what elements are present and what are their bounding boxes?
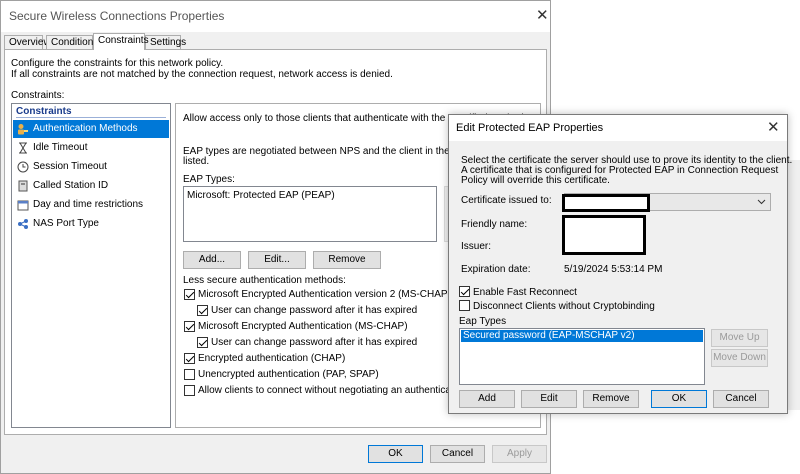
user-key-icon <box>18 124 28 135</box>
mschap-change-password-label: User can change password after it has ex… <box>211 337 418 348</box>
eap-desc-line-2: listed. <box>183 156 210 167</box>
ok-button[interactable]: OK <box>368 445 423 463</box>
calendar-icon <box>17 200 29 211</box>
mschapv2-change-password-label: User can change password after it has ex… <box>211 305 418 316</box>
tab-overview[interactable]: Overview <box>4 35 51 50</box>
hourglass-icon <box>19 142 27 154</box>
intro-line-2: If all constraints are not matched by th… <box>11 69 393 80</box>
friendly-name-label: Friendly name: <box>461 219 528 230</box>
intro-line-1: Configure the constraints for this netwo… <box>11 58 224 69</box>
mschapv2-change-password-checkbox[interactable] <box>197 305 208 316</box>
mschap-change-password-checkbox[interactable] <box>197 337 208 348</box>
station-icon <box>18 180 28 192</box>
edit-eap-button[interactable]: Edit... <box>248 251 306 269</box>
chevron-down-icon <box>757 199 766 205</box>
constraints-label: Constraints: <box>11 90 65 101</box>
fast-reconnect-checkbox[interactable] <box>459 286 470 297</box>
remove-eap-button[interactable]: Remove <box>313 251 381 269</box>
dialog-cancel-button[interactable]: Cancel <box>713 390 769 408</box>
dialog-remove-button[interactable]: Remove <box>583 390 639 408</box>
move-down-button[interactable]: Move Down <box>711 349 768 367</box>
redacted-friendly-issuer <box>562 215 646 255</box>
close-icon[interactable]: ✕ <box>536 8 549 23</box>
dialog-close-icon[interactable]: ✕ <box>767 120 780 135</box>
dialog-ok-button[interactable]: OK <box>651 390 707 408</box>
nav-item-label: Authentication Methods <box>33 123 138 134</box>
network-port-icon <box>18 219 28 229</box>
nav-header-divider <box>16 117 166 118</box>
mschapv2-checkbox[interactable] <box>184 289 195 300</box>
constraints-nav: Constraints Authentication Methods Idle … <box>11 103 171 428</box>
nav-item-label: Idle Timeout <box>33 142 88 153</box>
chap-checkbox[interactable] <box>184 353 195 364</box>
nav-item-label: Session Timeout <box>33 161 107 172</box>
disconnect-cryptobinding-label: Disconnect Clients without Cryptobinding <box>473 301 655 312</box>
nav-item-called-station-id[interactable]: Called Station ID <box>13 177 169 195</box>
add-eap-button[interactable]: Add... <box>183 251 241 269</box>
issuer-label: Issuer: <box>461 241 492 252</box>
redacted-certificate <box>562 194 650 212</box>
nav-item-label: Day and time restrictions <box>33 199 144 210</box>
list-item[interactable]: Microsoft: Protected EAP (PEAP) <box>187 190 335 201</box>
nav-item-label: Called Station ID <box>33 180 109 191</box>
dialog-title: Edit Protected EAP Properties <box>456 122 604 134</box>
nav-item-nas-port-type[interactable]: NAS Port Type <box>13 215 169 233</box>
eap-types-list[interactable]: Microsoft: Protected EAP (PEAP) <box>183 186 437 242</box>
nav-item-authentication-methods[interactable]: Authentication Methods <box>13 120 169 138</box>
dialog-eap-types-list[interactable]: Secured password (EAP-MSCHAP v2) <box>459 328 705 385</box>
tab-strip: Overview Conditions Constraints Settings <box>4 33 547 50</box>
cancel-button[interactable]: Cancel <box>430 445 485 463</box>
tab-conditions[interactable]: Conditions <box>46 35 98 50</box>
nav-header: Constraints <box>16 106 72 117</box>
pap-label: Unencrypted authentication (PAP, SPAP) <box>198 369 379 380</box>
main-titlebar: Secure Wireless Connections Properties ✕ <box>1 1 550 32</box>
chap-label: Encrypted authentication (CHAP) <box>198 353 346 364</box>
apply-button[interactable]: Apply <box>492 445 547 463</box>
main-window-title: Secure Wireless Connections Properties <box>9 9 225 23</box>
eap-types-label: Eap Types <box>459 316 507 327</box>
fast-reconnect-label: Enable Fast Reconnect <box>473 287 577 298</box>
no-auth-checkbox[interactable] <box>184 385 195 396</box>
disconnect-cryptobinding-checkbox[interactable] <box>459 300 470 311</box>
dialog-titlebar: Edit Protected EAP Properties ✕ <box>449 115 787 141</box>
dialog-desc-line-3: Policy will override this certificate. <box>461 175 610 186</box>
mschap-checkbox[interactable] <box>184 321 195 332</box>
mschapv2-label: Microsoft Encrypted Authentication versi… <box>198 289 465 300</box>
certificate-label: Certificate issued to: <box>461 195 552 206</box>
dialog-add-button[interactable]: Add <box>459 390 515 408</box>
eap-types-label: EAP Types: <box>183 174 235 185</box>
less-secure-label: Less secure authentication methods: <box>183 275 346 286</box>
tab-constraints[interactable]: Constraints <box>93 33 149 50</box>
tab-settings[interactable]: Settings <box>145 35 186 50</box>
list-item[interactable]: Secured password (EAP-MSCHAP v2) <box>461 330 703 342</box>
expiration-value: 5/19/2024 5:53:14 PM <box>564 264 663 275</box>
dialog-edit-button[interactable]: Edit <box>521 390 577 408</box>
expiration-label: Expiration date: <box>461 264 531 275</box>
move-up-button[interactable]: Move Up <box>711 329 768 347</box>
nav-item-idle-timeout[interactable]: Idle Timeout <box>13 139 169 157</box>
nav-item-day-time-restrictions[interactable]: Day and time restrictions <box>13 196 169 214</box>
nav-item-label: NAS Port Type <box>33 218 99 229</box>
edit-peap-dialog: Edit Protected EAP Properties ✕ Select t… <box>448 114 792 414</box>
mschap-label: Microsoft Encrypted Authentication (MS-C… <box>198 321 408 332</box>
pap-checkbox[interactable] <box>184 369 195 380</box>
nav-item-session-timeout[interactable]: Session Timeout <box>13 158 169 176</box>
main-footer: OK Cancel Apply <box>1 435 550 473</box>
clock-icon <box>17 161 29 173</box>
